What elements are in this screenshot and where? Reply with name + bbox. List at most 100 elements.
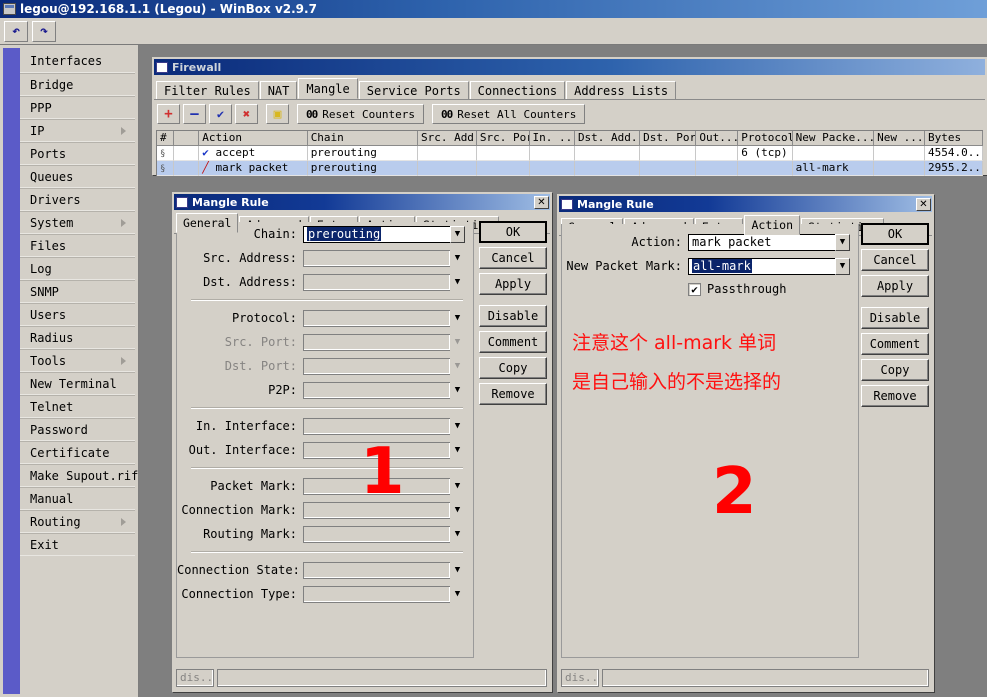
connection-state-input[interactable] <box>303 561 450 579</box>
add-rule-button[interactable]: + <box>157 104 180 124</box>
dst-address-input[interactable] <box>303 273 450 291</box>
remove-rule-button[interactable]: – <box>183 104 206 124</box>
sidebar-item-password[interactable]: Password <box>20 418 135 441</box>
column-header[interactable]: New Packe... <box>792 131 875 146</box>
reset-counters-button[interactable]: 00 Reset Counters <box>297 104 424 124</box>
chevron-down-icon[interactable]: ▼ <box>450 334 465 351</box>
column-header[interactable] <box>173 131 200 146</box>
sidebar-item-certificate[interactable]: Certificate <box>20 441 135 464</box>
tab-service-ports[interactable]: Service Ports <box>358 81 469 99</box>
column-header[interactable]: Protocol <box>738 131 793 146</box>
src-address-input[interactable] <box>303 249 450 267</box>
sidebar-item-drivers[interactable]: Drivers <box>20 188 135 211</box>
sidebar-item-ip[interactable]: IP <box>20 119 135 142</box>
chevron-down-icon[interactable]: ▼ <box>450 586 465 603</box>
tab-connections[interactable]: Connections <box>469 81 566 99</box>
dialog2-close-button[interactable]: ✕ <box>916 197 931 211</box>
protocol-input[interactable] <box>303 309 450 327</box>
chevron-down-icon[interactable]: ▼ <box>450 382 465 399</box>
apply-button[interactable]: Apply <box>479 273 547 295</box>
copy-button[interactable]: Copy <box>861 359 929 381</box>
routing-mark-input[interactable] <box>303 525 450 543</box>
sidebar-item-telnet[interactable]: Telnet <box>20 395 135 418</box>
dst-port-input[interactable] <box>303 357 450 375</box>
chevron-down-icon[interactable]: ▼ <box>450 442 465 459</box>
sidebar-item-log[interactable]: Log <box>20 257 135 280</box>
column-header[interactable]: Bytes <box>924 131 983 146</box>
chevron-down-icon[interactable]: ▼ <box>450 225 465 243</box>
column-header[interactable]: # <box>157 131 174 146</box>
chevron-down-icon[interactable]: ▼ <box>450 250 465 267</box>
packet-mark-input[interactable] <box>303 477 450 495</box>
remove-button[interactable]: Remove <box>479 383 547 405</box>
in-interface-input[interactable] <box>303 417 450 435</box>
comment-button[interactable]: Comment <box>861 333 929 355</box>
tab-mangle[interactable]: Mangle <box>298 78 358 99</box>
sidebar-item-make-supout-rif[interactable]: Make Supout.rif <box>20 464 138 487</box>
reset-all-counters-button[interactable]: 00 Reset All Counters <box>431 104 586 124</box>
chevron-down-icon[interactable]: ▼ <box>450 418 465 435</box>
enable-rule-button[interactable]: ✔ <box>209 104 232 124</box>
sidebar-item-queues[interactable]: Queues <box>20 165 135 188</box>
ok-button[interactable]: OK <box>861 223 929 245</box>
chevron-down-icon[interactable]: ▼ <box>450 274 465 291</box>
tab-general[interactable]: General <box>176 213 239 233</box>
column-header[interactable]: Dst. Port <box>640 131 697 146</box>
column-header[interactable]: New ... <box>874 131 925 146</box>
tab-filter-rules[interactable]: Filter Rules <box>156 81 259 99</box>
apply-button[interactable]: Apply <box>861 275 929 297</box>
out-interface-input[interactable] <box>303 441 450 459</box>
disable-button[interactable]: Disable <box>861 307 929 329</box>
table-row[interactable]: § ╱ mark packet prerouting all-mark 2955.2.. <box>157 161 983 176</box>
tab-action[interactable]: Action <box>744 215 801 235</box>
sidebar-item-new-terminal[interactable]: New Terminal <box>20 372 135 395</box>
column-header[interactable]: Src. Port <box>476 131 530 146</box>
disable-rule-button[interactable]: ✖ <box>235 104 258 124</box>
connection-mark-input[interactable] <box>303 501 450 519</box>
copy-button[interactable]: Copy <box>479 357 547 379</box>
new-packet-mark-input[interactable]: all-mark <box>688 257 835 275</box>
sidebar-item-tools[interactable]: Tools <box>20 349 135 372</box>
sidebar-item-system[interactable]: System <box>20 211 135 234</box>
sidebar-item-ppp[interactable]: PPP <box>20 96 135 119</box>
sidebar-item-bridge[interactable]: Bridge <box>20 73 135 96</box>
sidebar-item-manual[interactable]: Manual <box>20 487 135 510</box>
sidebar-item-radius[interactable]: Radius <box>20 326 135 349</box>
chevron-down-icon[interactable]: ▼ <box>835 257 850 275</box>
comment-button[interactable]: ▣ <box>266 104 289 124</box>
sidebar-item-files[interactable]: Files <box>20 234 135 257</box>
chevron-down-icon[interactable]: ▼ <box>450 562 465 579</box>
undo-button[interactable]: ↶ <box>4 20 28 42</box>
sidebar-item-routing[interactable]: Routing <box>20 510 135 533</box>
sidebar-item-exit[interactable]: Exit <box>20 533 135 556</box>
p2p-input[interactable] <box>303 381 450 399</box>
column-header[interactable]: In. ... <box>529 131 575 146</box>
column-header[interactable]: Src. Add... <box>417 131 477 146</box>
redo-button[interactable]: ↷ <box>32 20 56 42</box>
chevron-down-icon[interactable]: ▼ <box>450 310 465 327</box>
sidebar-item-users[interactable]: Users <box>20 303 135 326</box>
chevron-down-icon[interactable]: ▼ <box>450 358 465 375</box>
table-row[interactable]: § ✔ accept prerouting 6 (tcp) 4554.0.. <box>157 146 983 161</box>
column-header[interactable]: Dst. Add... <box>574 131 641 146</box>
cancel-button[interactable]: Cancel <box>479 247 547 269</box>
column-header[interactable]: Action <box>199 131 308 146</box>
chevron-down-icon[interactable]: ▼ <box>450 526 465 543</box>
chain-input[interactable]: prerouting <box>303 225 450 243</box>
cancel-button[interactable]: Cancel <box>861 249 929 271</box>
sidebar-item-snmp[interactable]: SNMP <box>20 280 135 303</box>
tab-address-lists[interactable]: Address Lists <box>566 81 677 99</box>
dialog1-close-button[interactable]: ✕ <box>534 195 549 209</box>
ok-button[interactable]: OK <box>479 221 547 243</box>
chevron-down-icon[interactable]: ▼ <box>450 478 465 495</box>
sidebar-item-ports[interactable]: Ports <box>20 142 135 165</box>
column-header[interactable]: Out.... <box>696 131 739 146</box>
sidebar-item-interfaces[interactable]: Interfaces <box>20 50 135 73</box>
passthrough-checkbox[interactable]: ✔ <box>688 282 701 296</box>
src-port-input[interactable] <box>303 333 450 351</box>
remove-button[interactable]: Remove <box>861 385 929 407</box>
column-header[interactable]: Chain <box>307 131 418 146</box>
disable-button[interactable]: Disable <box>479 305 547 327</box>
comment-button[interactable]: Comment <box>479 331 547 353</box>
tab-nat[interactable]: NAT <box>259 81 298 99</box>
